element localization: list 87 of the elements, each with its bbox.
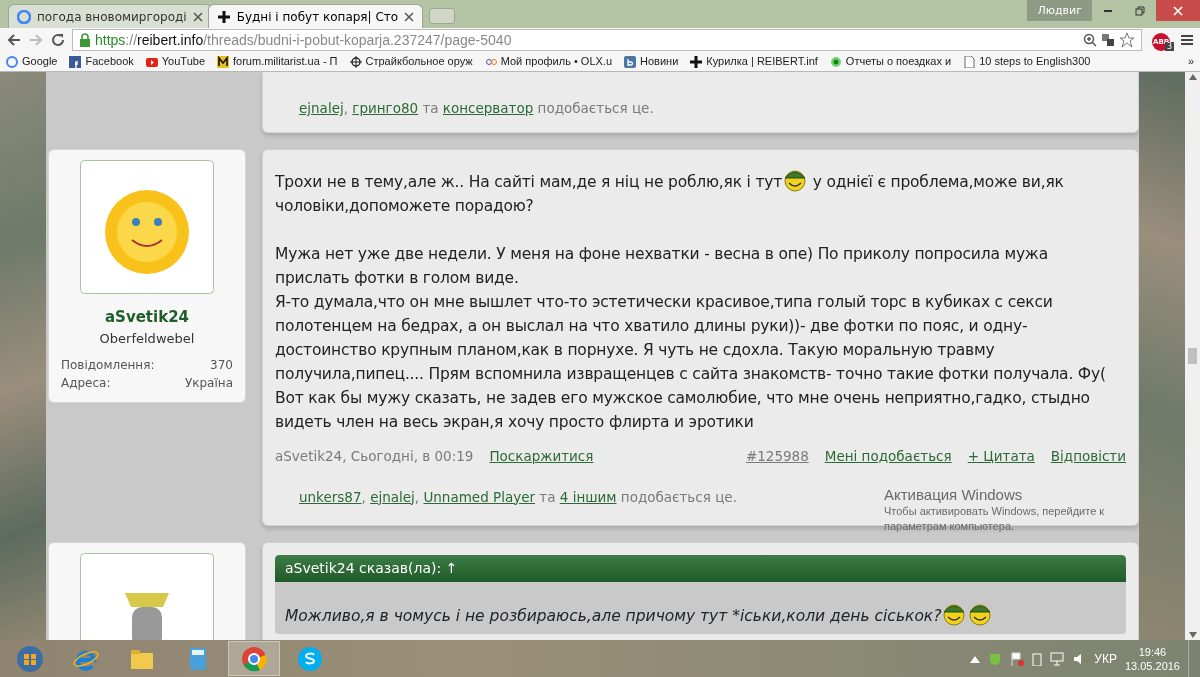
bookmark[interactable]: Отчеты о поездках и — [829, 53, 952, 70]
post-number-link[interactable]: #125988 — [745, 446, 809, 467]
zoom-icon[interactable] — [1083, 33, 1097, 47]
user-link[interactable]: гринго80 — [352, 100, 419, 116]
cross-icon — [690, 55, 703, 68]
likes-text: та — [538, 488, 557, 505]
menu-icon[interactable] — [1180, 33, 1194, 47]
scrollbar[interactable] — [1185, 72, 1200, 640]
facebook-icon — [69, 55, 82, 68]
browser-tab[interactable]: Будні і побут копаря| Сто — [207, 4, 424, 28]
activation-text: Чтобы активировать Windows, перейдите к — [884, 504, 1105, 519]
quote-header[interactable]: aSvetik24 сказав(ла): ↑ — [275, 554, 1126, 582]
profile-name: Людвиг — [1027, 0, 1092, 21]
likes-text: подобається це. — [536, 100, 654, 116]
network-icon[interactable] — [1050, 651, 1065, 666]
user-link[interactable]: ejnalej — [299, 100, 344, 116]
close-button[interactable] — [1156, 0, 1200, 21]
quote-text: Можливо,я в чомусь і не розбираюсь,але причому тут *іськи,коли день сіськок? — [275, 581, 1126, 634]
close-icon[interactable] — [404, 11, 415, 22]
battery-icon[interactable] — [1032, 651, 1043, 666]
post-action-link[interactable]: Мені подобається — [824, 446, 952, 467]
stat-label: Повідомлення: — [61, 357, 155, 375]
reload-icon[interactable] — [50, 32, 66, 48]
likes-text: , — [343, 100, 349, 116]
bookmark[interactable]: Мой профиль • OLX.u — [484, 53, 612, 70]
close-icon — [1173, 5, 1183, 16]
chrome-taskbar-button[interactable] — [228, 641, 280, 676]
stat-label: Адреса: — [61, 375, 111, 393]
translate-icon[interactable] — [1101, 33, 1115, 47]
skype-icon — [296, 644, 324, 673]
likes-text: , — [414, 488, 421, 505]
play-icon — [145, 55, 158, 68]
likes-text: та — [421, 100, 440, 116]
m-logo-icon — [217, 55, 230, 68]
likes-text: , — [361, 488, 367, 505]
bookmark[interactable]: Страйкбольное оруж — [349, 53, 473, 70]
tray-expand-icon[interactable] — [970, 654, 981, 663]
bookmark[interactable]: Новини — [624, 53, 679, 70]
bookmark[interactable]: Facebook — [69, 53, 134, 70]
user-link[interactable]: unkers87 — [299, 488, 362, 505]
stat-value: Україна — [184, 375, 233, 393]
user-link[interactable]: консерватор — [442, 100, 534, 116]
user-link[interactable]: Unnamed Player — [423, 488, 535, 505]
count-badge: 3 — [1164, 42, 1174, 51]
crosshair-icon — [349, 55, 362, 68]
forward-icon[interactable] — [28, 32, 44, 48]
bookmark[interactable]: forum.militarist.ua - П — [217, 53, 338, 70]
user-link[interactable]: 4 іншим — [559, 488, 617, 505]
bookmark[interactable]: Google — [6, 53, 58, 70]
lock-icon — [79, 33, 91, 47]
user-rank: Oberfeldwebel — [99, 329, 195, 348]
cross-icon — [216, 9, 231, 24]
dot-icon — [829, 55, 842, 68]
bookmark[interactable]: 10 steps to English300 — [963, 53, 1091, 70]
post-action-link[interactable]: Відповісти — [1050, 446, 1126, 467]
clock-time: 19:46 — [1138, 644, 1167, 659]
bookmark[interactable]: YouTube — [145, 53, 206, 70]
post-action-link[interactable]: + Цитата — [967, 446, 1035, 467]
post-author-date: aSvetik24, Сьогодні, в 00:19 — [275, 447, 474, 467]
minimize-icon — [1103, 9, 1113, 12]
new-tab-button[interactable] — [429, 8, 456, 24]
back-icon[interactable] — [6, 32, 22, 48]
url-text: https://reibert.info/threads/budni-i-pobut-koparja.237247/page-5040 — [95, 30, 512, 50]
clock-date: 13.05.2016 — [1124, 658, 1180, 673]
chrome-icon — [240, 644, 268, 673]
scroll-up-icon — [1188, 74, 1197, 80]
restore-icon — [1135, 5, 1145, 16]
star-icon[interactable] — [1119, 32, 1135, 48]
username[interactable]: aSvetik24 — [104, 306, 189, 329]
language-indicator[interactable]: УКР — [1094, 649, 1117, 668]
shield-icon[interactable] — [988, 651, 1003, 666]
activation-text: параметрам компьютера. — [884, 519, 1016, 534]
scroll-thumb[interactable] — [1188, 348, 1197, 364]
close-icon[interactable] — [192, 11, 203, 22]
start-icon — [16, 644, 44, 673]
flag-icon[interactable] — [1010, 651, 1025, 666]
page-icon — [963, 55, 976, 68]
likes-text: подобається це. — [619, 488, 737, 505]
scroll-down-icon — [1188, 632, 1197, 638]
activation-title: Активация Windows — [884, 486, 1024, 504]
overflow-chevron[interactable]: » — [1187, 53, 1194, 70]
report-link[interactable]: Поскаржитися — [489, 446, 594, 467]
address-field[interactable]: https://reibert.info/threads/budni-i-pobut-koparja.237247/page-5040 — [72, 29, 1142, 51]
stat-value: 370 — [210, 357, 233, 375]
user-link[interactable]: ejnalej — [370, 488, 415, 505]
bookmark[interactable]: Курилка | REIBERT.inf — [690, 53, 818, 70]
post-message: Трохи не в тему,але ж.. На сайті мам,де я ніц не роблю,як і тут у однієї є проблема,може ви,як чоловіки,допоможете порадою? Мужа нет уже две недели. У меня на фоне нехватки - весна в опе) По приколу попросила мужа прислать фотки в голом виде. Я-то думала,что он мне вышлет что-то эстетически красивое,типа голый торс в кубиках с секси полотенцем на бедрах, а он выслал на что хватило длины руки))- две фотки по пояс, и одну- достоинство крупным планом,как в порнухе. Я чуть не сдохла. Такую моральную травму получила,пипец.... Прям вспомнила извращенцев с сайта знакомств- точно такие фотки получала. Фу( Вот как бы мужу сказать, не задев его мужское самолюбие, что мне очень неприятно,гадко, стыдно видеть член на весь экран,я хочу просто флирта и эротики — [275, 166, 1126, 435]
